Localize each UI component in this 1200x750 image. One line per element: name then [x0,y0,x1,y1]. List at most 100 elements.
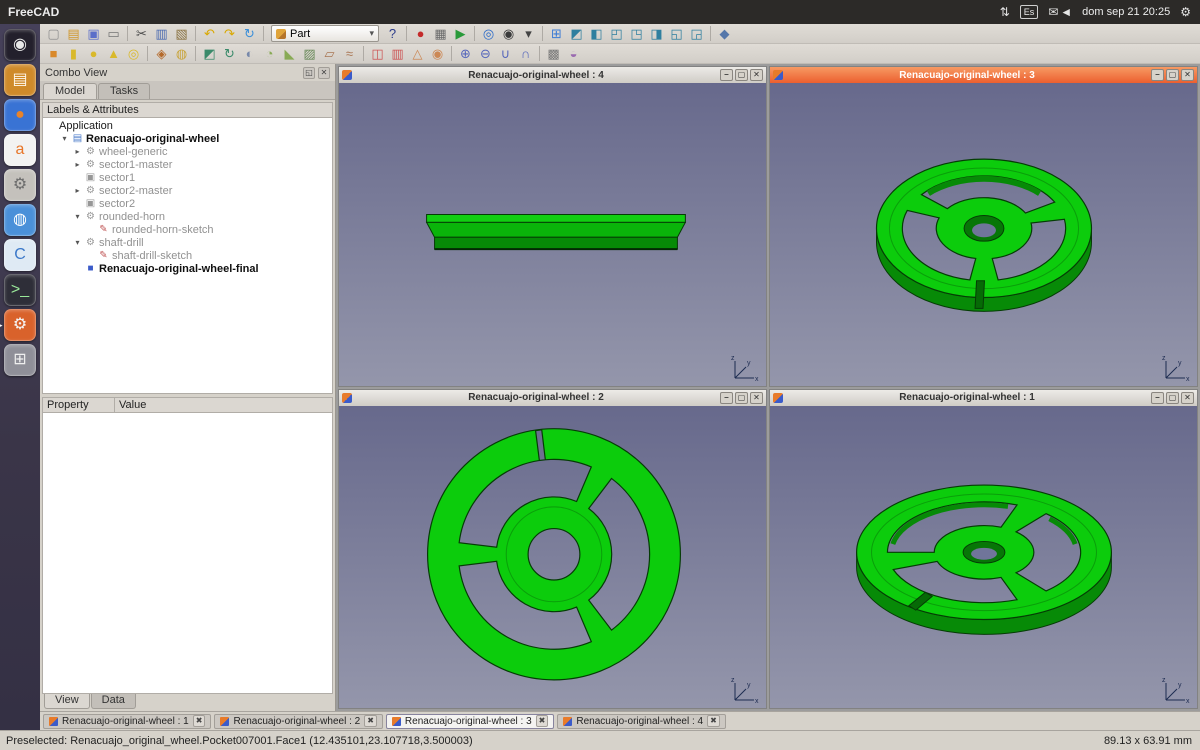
part-cut-icon[interactable]: ⊖ [476,45,495,63]
draw-style-icon[interactable]: ◉ [499,25,518,43]
restore-button[interactable]: ▢ [1166,69,1179,81]
tree-item-sector2[interactable]: ▣sector2 [43,197,332,210]
close-button[interactable]: ✕ [1181,69,1194,81]
view-bottom-icon[interactable]: ◱ [667,25,686,43]
dropdown-caret-icon[interactable]: ▾ [519,25,538,43]
undo-icon[interactable]: ↶ [200,25,219,43]
tree-item-sector2-master[interactable]: ▸⚙sector2-master [43,184,332,197]
save-icon[interactable]: ▣ [84,25,103,43]
tree-item-shaft-drill-sketch[interactable]: ✎shaft-drill-sketch [43,249,332,262]
expander-icon[interactable]: ▾ [60,134,69,143]
open-file-icon[interactable]: ▤ [64,25,83,43]
part-section-icon[interactable]: ◫ [368,45,387,63]
part-sphere-icon[interactable]: ● [84,45,103,63]
3d-viewport[interactable]: zxy [339,406,766,709]
refresh-icon[interactable]: ↻ [240,25,259,43]
part-primitives-icon[interactable]: ◍ [172,45,191,63]
window-tab[interactable]: Renacuajo-original-wheel : 1✖ [43,714,211,729]
new-file-icon[interactable]: ▢ [44,25,63,43]
launcher-terminal[interactable]: >_ [4,274,36,306]
redo-icon[interactable]: ↷ [220,25,239,43]
restore-button[interactable]: ▢ [1166,392,1179,404]
search-icon[interactable]: ◎ [479,25,498,43]
window-tab[interactable]: Renacuajo-original-wheel : 4✖ [557,714,725,729]
view-fit-icon[interactable]: ⊞ [547,25,566,43]
launcher-files[interactable]: ▤ [4,64,36,96]
launcher-workspace-switcher[interactable]: ⊞ [4,344,36,376]
workbench-selector[interactable]: Part ▾ [271,25,379,42]
macro-edit-icon[interactable]: ▦ [431,25,450,43]
minimize-button[interactable]: – [1151,69,1164,81]
launcher-freecad[interactable]: ▸⚙ [4,309,36,341]
restore-button[interactable]: ▢ [735,392,748,404]
part-chamfer-icon[interactable]: ◣ [280,45,299,63]
window-tab[interactable]: Renacuajo-original-wheel : 2✖ [214,714,382,729]
close-panel-button[interactable]: ✕ [318,67,330,79]
3d-viewport[interactable]: zxy [770,83,1197,386]
part-fillet-icon[interactable]: ◔ [260,45,279,63]
expander-icon[interactable]: ▾ [73,238,82,247]
tree-item-shaft-drill[interactable]: ▾⚙shaft-drill [43,236,332,249]
tab-view[interactable]: View [44,694,90,709]
clock[interactable]: dom sep 21 20:25 [1082,6,1170,18]
float-panel-button[interactable]: ◱ [303,67,315,79]
expander-icon[interactable]: ▸ [73,160,82,169]
view-isometric-icon[interactable]: ◩ [567,25,586,43]
viewport-titlebar[interactable]: Renacuajo-original-wheel : 2 – ▢ ✕ [339,390,766,406]
close-tab-button[interactable]: ✖ [707,715,720,727]
close-button[interactable]: ✕ [1181,392,1194,404]
macro-play-icon[interactable]: ▶ [451,25,470,43]
view-right-icon[interactable]: ◳ [627,25,646,43]
tree-item-Renacuajo-original-wheel-final[interactable]: ■Renacuajo-original-wheel-final [43,262,332,275]
part-compound-icon[interactable]: ▩ [544,45,563,63]
part-cone-icon[interactable]: ▲ [104,45,123,63]
tab-model[interactable]: Model [43,83,97,99]
minimize-button[interactable]: – [1151,392,1164,404]
part-sweep-icon[interactable]: ≈ [340,45,359,63]
restore-button[interactable]: ▢ [735,69,748,81]
close-tab-button[interactable]: ✖ [536,715,549,727]
tab-tasks[interactable]: Tasks [98,83,150,99]
close-button[interactable]: ✕ [750,392,763,404]
tree-item-Application[interactable]: Application [43,119,332,132]
part-revolve-icon[interactable]: ↻ [220,45,239,63]
messages-icon[interactable]: ✉ [1047,5,1059,19]
tree-column-header[interactable]: Labels & Attributes [42,102,333,118]
part-mirror-icon[interactable]: ◐ [240,45,259,63]
keyboard-layout-indicator[interactable]: Es [1020,5,1039,19]
indicator-arrows-icon[interactable]: ⇅ [999,5,1011,19]
launcher-system-settings[interactable]: ⚙ [4,169,36,201]
part-split-icon[interactable]: ◒ [564,45,583,63]
part-thickness-icon[interactable]: ◉ [428,45,447,63]
cut-icon[interactable]: ✂ [132,25,151,43]
close-tab-button[interactable]: ✖ [364,715,377,727]
close-tab-button[interactable]: ✖ [193,715,206,727]
launcher-software-center[interactable]: ◍ [4,204,36,236]
part-common-icon[interactable]: ∩ [516,45,535,63]
expander-icon[interactable]: ▾ [73,212,82,221]
view-rear-icon[interactable]: ◨ [647,25,666,43]
session-gear-icon[interactable]: ⚙ [1179,5,1192,19]
view-left-icon[interactable]: ◲ [687,25,706,43]
view-top-icon[interactable]: ◰ [607,25,626,43]
part-cylinder-icon[interactable]: ▮ [64,45,83,63]
volume-icon[interactable]: ◄ [1059,5,1073,19]
expander-icon[interactable]: ▸ [73,147,82,156]
launcher-chromium[interactable]: C [4,239,36,271]
close-button[interactable]: ✕ [750,69,763,81]
tree-item-Renacuajo-original-wheel[interactable]: ▾▤Renacuajo-original-wheel [43,132,332,145]
launcher-amazon[interactable]: a [4,134,36,166]
3d-viewport[interactable]: zxy [770,406,1197,709]
minimize-button[interactable]: – [720,69,733,81]
window-tab[interactable]: Renacuajo-original-wheel : 3✖ [386,714,554,729]
measure-icon[interactable]: ◆ [715,25,734,43]
viewport-titlebar[interactable]: Renacuajo-original-wheel : 4 – ▢ ✕ [339,67,766,83]
paste-icon[interactable]: ▧ [172,25,191,43]
part-shapebuilder-icon[interactable]: ◈ [152,45,171,63]
print-icon[interactable]: ▭ [104,25,123,43]
whats-this-icon[interactable]: ? [383,25,402,43]
launcher-firefox[interactable]: ● [4,99,36,131]
part-union-icon[interactable]: ∪ [496,45,515,63]
tree-item-sector1-master[interactable]: ▸⚙sector1-master [43,158,332,171]
part-boolean-icon[interactable]: ⊕ [456,45,475,63]
